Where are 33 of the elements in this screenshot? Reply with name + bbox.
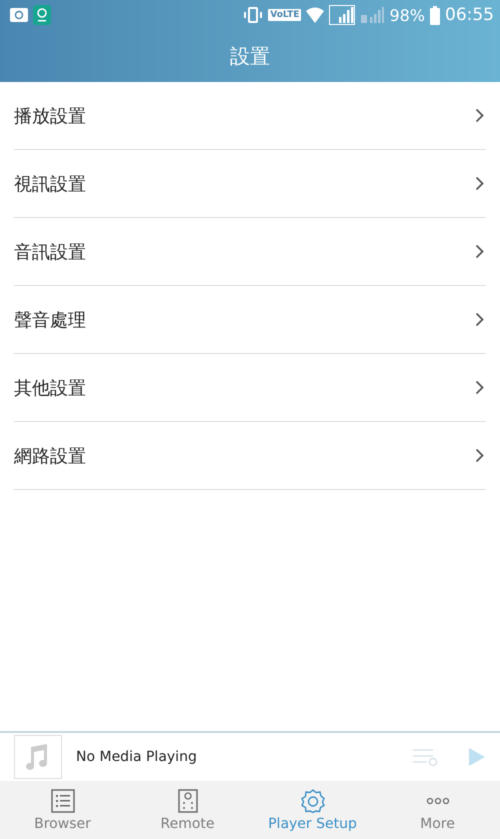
settings-item[interactable]: 播放設置 xyxy=(14,82,486,150)
wifi-icon xyxy=(306,7,324,23)
tab[interactable]: More xyxy=(375,781,500,839)
volte-indicator: VoLTE xyxy=(268,9,302,21)
screen-title: 設置 xyxy=(229,43,271,70)
settings-item[interactable]: 聲音處理 xyxy=(14,286,486,354)
list-icon xyxy=(50,788,74,812)
email-notification-icon xyxy=(10,8,28,22)
chevron-right-icon xyxy=(475,108,484,123)
settings-item[interactable]: 視訊設置 xyxy=(14,150,486,218)
settings-icon xyxy=(300,788,324,812)
play-icon[interactable] xyxy=(468,747,486,767)
battery-percentage: 98% xyxy=(389,6,425,24)
more-icon xyxy=(426,796,450,804)
now-playing-title: No Media Playing xyxy=(76,749,198,765)
settings-item[interactable]: 音訊設置 xyxy=(14,218,486,286)
chevron-right-icon xyxy=(475,380,484,395)
remote-control-icon xyxy=(176,788,200,812)
queue-icon[interactable] xyxy=(412,747,438,767)
vibrate-icon xyxy=(243,6,264,24)
chevron-right-icon xyxy=(475,176,484,191)
settings-item[interactable]: 網路設置 xyxy=(14,422,486,490)
chevron-right-icon xyxy=(475,244,484,259)
tab[interactable]: Browser xyxy=(0,781,125,839)
tab[interactable]: Remote xyxy=(125,781,250,839)
chevron-right-icon xyxy=(475,448,484,463)
signal-icon xyxy=(360,5,384,25)
clock: 06:55 xyxy=(445,5,494,25)
chevron-right-icon xyxy=(475,312,484,327)
settings-item[interactable]: 其他設置 xyxy=(14,354,486,422)
battery-icon xyxy=(430,6,440,24)
signal-icon xyxy=(329,5,356,25)
camera-app-icon xyxy=(33,5,51,25)
